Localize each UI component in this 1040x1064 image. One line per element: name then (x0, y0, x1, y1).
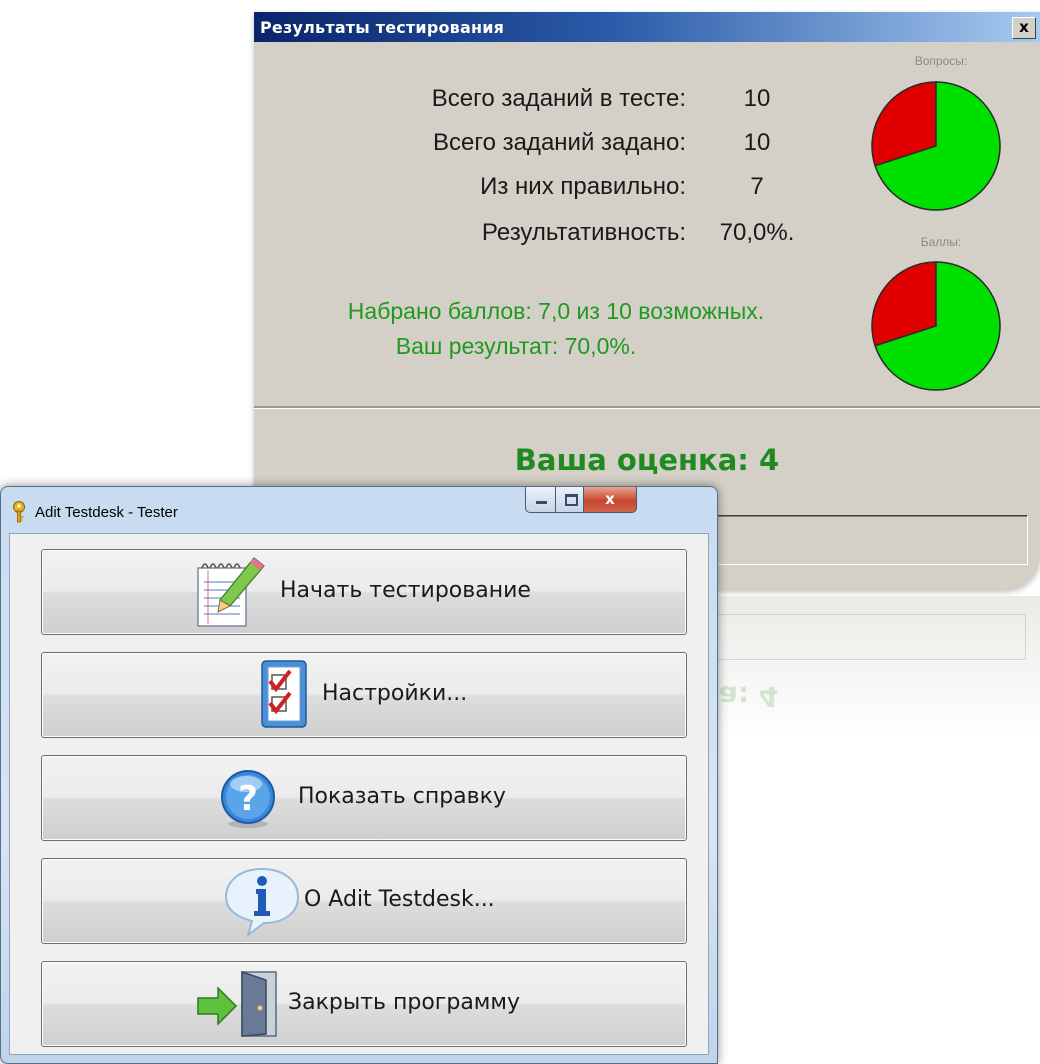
results-ok-button[interactable] (704, 515, 1028, 565)
tester-client-area: Начать тестирование Настройки... ? Показ… (9, 533, 709, 1055)
results-reflection: ка: 4 (700, 596, 1040, 736)
grade-text: Ваша оценка: 4 (514, 443, 780, 477)
points-summary: Набрано баллов: 7,0 из 10 возможных. (347, 298, 765, 324)
stat-value-total: 10 (743, 85, 771, 112)
key-icon (13, 501, 25, 523)
tester-title: Adit Testdesk - Tester (35, 504, 178, 521)
stat-label-correct: Из них правильно: (480, 173, 686, 200)
start-test-label: Начать тестирование (280, 578, 531, 603)
stat-value-asked: 10 (743, 129, 771, 156)
exit-door-icon (197, 970, 277, 1037)
maximize-icon (565, 494, 578, 506)
maximize-button[interactable] (555, 487, 585, 513)
pie-points-caption: Баллы: (920, 235, 962, 249)
show-help-button[interactable]: ? Показать справку (41, 755, 687, 841)
minimize-button[interactable] (525, 487, 557, 513)
results-titlebar: Результаты тестирования x (254, 12, 1040, 42)
stat-label-efficiency: Результативность: (481, 219, 686, 246)
close-icon: x (605, 490, 615, 508)
close-program-label: Закрыть программу (288, 990, 521, 1015)
about-label: О Adit Testdesk... (304, 887, 495, 912)
minimize-icon (536, 501, 547, 504)
close-icon: x (1019, 18, 1029, 36)
results-title: Результаты тестирования (260, 18, 505, 37)
close-program-button[interactable]: Закрыть программу (41, 961, 687, 1047)
stat-label-total: Всего заданий в тесте: (431, 85, 686, 112)
reflection-text: ка: 4 (700, 680, 779, 713)
settings-button[interactable]: Настройки... (41, 652, 687, 738)
notepad-pencil-icon (197, 557, 265, 627)
checklist-icon (261, 660, 307, 728)
stat-value-correct: 7 (750, 173, 764, 200)
stat-label-asked: Всего заданий задано: (432, 129, 686, 156)
close-button[interactable]: x (583, 487, 637, 513)
svg-text:?: ? (238, 779, 258, 819)
tester-window: Adit Testdesk - Tester x Начать тестиров… (0, 486, 718, 1064)
stat-value-efficiency: 70,0%. (719, 219, 795, 246)
about-button[interactable]: О Adit Testdesk... (41, 858, 687, 944)
settings-label: Настройки... (322, 681, 468, 706)
start-test-button[interactable]: Начать тестирование (41, 549, 687, 635)
help-question-icon: ? (221, 770, 275, 828)
info-bubble-icon (224, 867, 300, 937)
points-pie-chart (871, 261, 1001, 391)
result-summary: Ваш результат: 70,0%. (395, 333, 637, 359)
questions-pie-chart (871, 81, 1001, 211)
results-close-button[interactable]: x (1012, 17, 1036, 39)
show-help-label: Показать справку (298, 784, 506, 809)
results-divider (254, 406, 1040, 409)
reflection-bar (702, 614, 1026, 660)
pie-questions-caption: Вопросы: (914, 54, 968, 68)
